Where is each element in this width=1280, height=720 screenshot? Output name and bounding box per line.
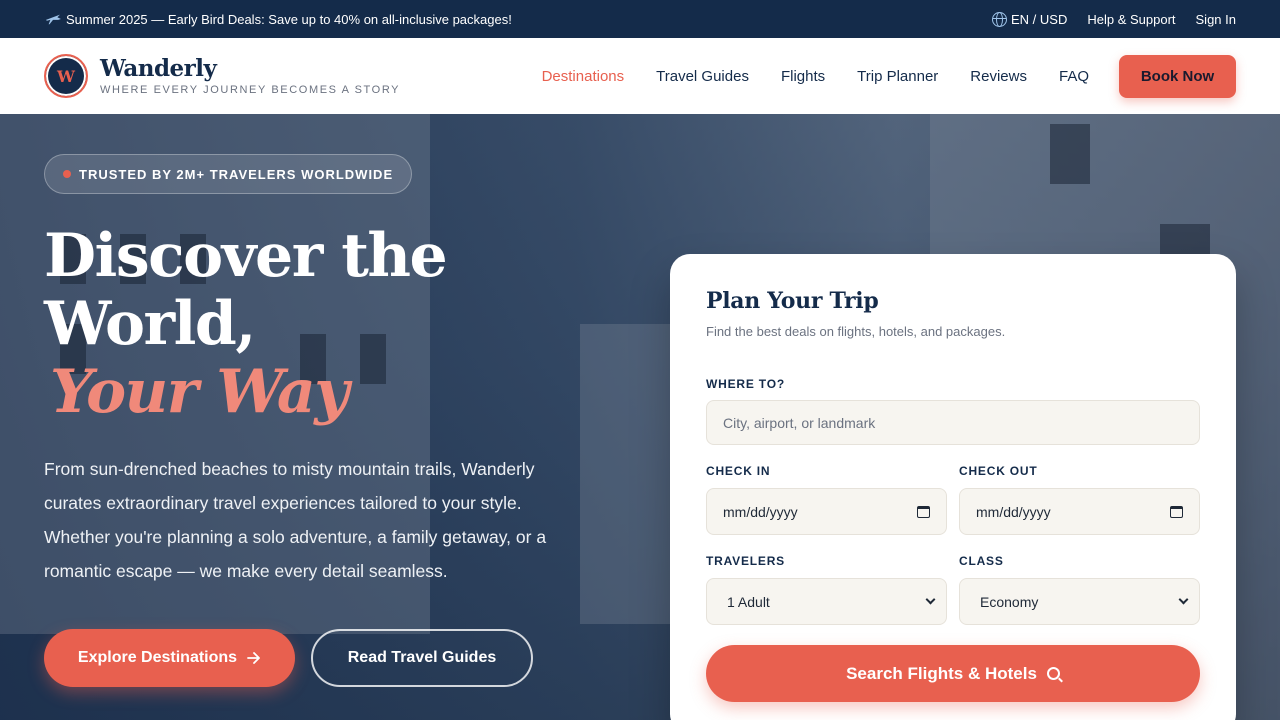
brand-tagline: Where every journey becomes a story [100, 84, 401, 97]
language-currency-selector[interactable]: EN / USD [992, 11, 1068, 27]
headline-line-1: Discover the [44, 221, 448, 291]
nav-travel-guides[interactable]: Travel Guides [656, 68, 749, 85]
book-now-button[interactable]: Book Now [1119, 54, 1236, 98]
announcement-bar: Summer 2025 — Early Bird Deals: Save up … [0, 0, 1280, 38]
language-currency-label: EN / USD [1011, 11, 1068, 27]
search-flights-hotels-button[interactable]: Search Flights & Hotels [706, 645, 1200, 702]
check-in-date-field[interactable]: mm/dd/yyyy [706, 488, 947, 535]
site-header: W Wanderly Where every journey becomes a… [0, 38, 1280, 114]
badge-dot-icon [63, 170, 71, 178]
promo-text: Summer 2025 — Early Bird Deals: Save up … [66, 11, 512, 27]
main-nav: Destinations Travel Guides Flights Trip … [542, 68, 1089, 85]
nav-destinations[interactable]: Destinations [542, 68, 625, 85]
trust-badge: TRUSTED BY 2M+ TRAVELERS WORLDWIDE [44, 154, 413, 194]
travelers-value: 1 Adult [727, 593, 770, 610]
hero-description: From sun-drenched beaches to misty mount… [44, 459, 547, 581]
class-label: CLASS [959, 554, 1004, 568]
sign-in-link[interactable]: Sign In [1196, 12, 1236, 27]
check-out-label: CHECK OUT [959, 464, 1038, 478]
plan-trip-title: Plan Your Trip [706, 288, 879, 314]
check-out-date-field[interactable]: mm/dd/yyyy [959, 488, 1200, 535]
hero-section: TRUSTED BY 2M+ TRAVELERS WORLDWIDE Disco… [0, 114, 1280, 720]
explore-destinations-label: Explore Destinations [77, 649, 238, 666]
brand-logo[interactable]: W Wanderly Where every journey becomes a… [44, 54, 400, 98]
read-travel-guides-button[interactable]: Read Travel Guides [311, 629, 533, 687]
calendar-icon[interactable] [917, 505, 930, 518]
headline-line-2: World, [44, 289, 256, 359]
explore-destinations-button[interactable]: Explore Destinations [44, 629, 295, 687]
chevron-down-icon [925, 594, 936, 605]
calendar-icon[interactable] [1170, 505, 1183, 518]
check-in-value: mm/dd/yyyy [723, 503, 798, 520]
class-value: Economy [980, 593, 1039, 610]
chevron-down-icon [1178, 594, 1189, 605]
plan-trip-card: Plan Your Trip Find the best deals on fl… [670, 254, 1236, 720]
brand-name: Wanderly [100, 54, 217, 82]
plan-trip-subtitle: Find the best deals on flights, hotels, … [706, 324, 1006, 339]
where-to-label: WHERE TO? [706, 377, 785, 391]
headline-accent: Your Way [50, 357, 349, 427]
nav-flights[interactable]: Flights [781, 68, 825, 85]
nav-faq[interactable]: FAQ [1059, 68, 1089, 85]
nav-reviews[interactable]: Reviews [970, 68, 1027, 85]
hero-headline: Discover the World, Your Way [44, 221, 448, 427]
where-to-placeholder: City, airport, or landmark [723, 414, 876, 431]
trust-badge-text: TRUSTED BY 2M+ TRAVELERS WORLDWIDE [79, 166, 394, 182]
plane-icon [46, 14, 61, 25]
check-in-label: CHECK IN [706, 464, 771, 478]
where-to-input[interactable]: City, airport, or landmark [706, 400, 1200, 445]
help-support-link[interactable]: Help & Support [1087, 12, 1175, 27]
search-button-label: Search Flights & Hotels [846, 663, 1037, 683]
check-out-value: mm/dd/yyyy [976, 503, 1051, 520]
class-select[interactable]: Economy [959, 578, 1200, 625]
travelers-label: TRAVELERS [706, 554, 785, 568]
globe-icon [992, 11, 1007, 27]
promo-banner[interactable]: Summer 2025 — Early Bird Deals: Save up … [44, 12, 512, 27]
logo-mark: W [44, 54, 88, 98]
arrow-right-icon [247, 652, 260, 664]
nav-trip-planner[interactable]: Trip Planner [857, 68, 938, 85]
travelers-select[interactable]: 1 Adult [706, 578, 947, 625]
search-icon [1046, 667, 1060, 680]
